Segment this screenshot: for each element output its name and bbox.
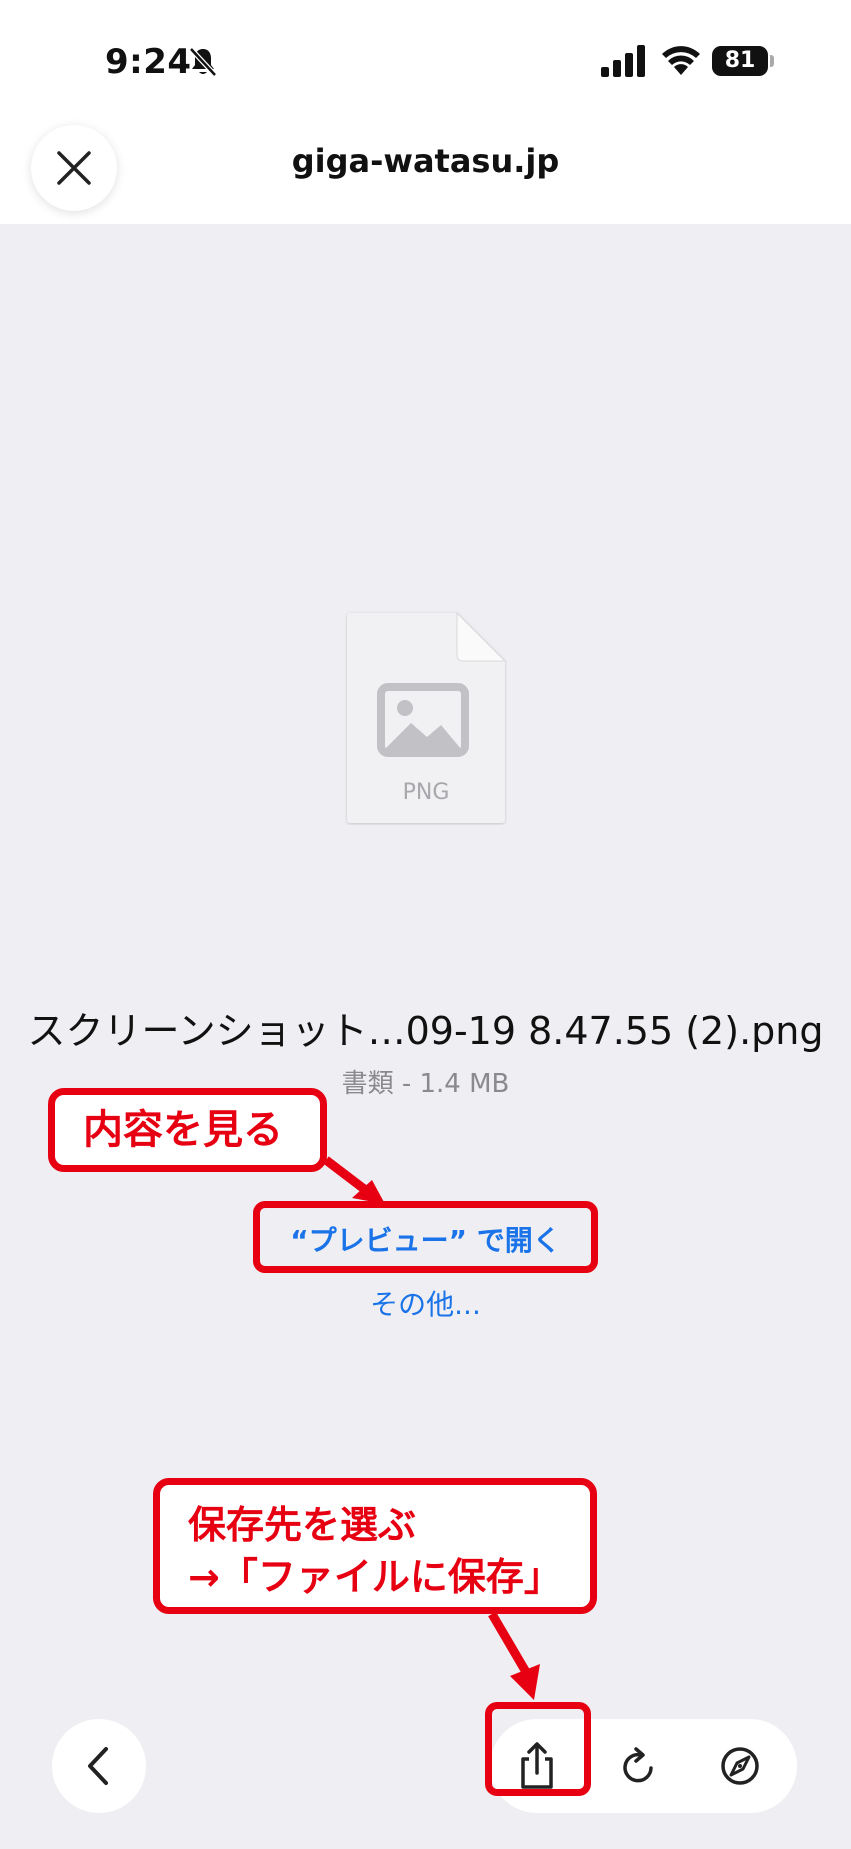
- status-time: 9:24: [105, 42, 192, 82]
- arrow-to-share: [488, 1611, 530, 1675]
- status-bar: 9:24 81: [0, 0, 851, 110]
- back-button[interactable]: [52, 1719, 146, 1813]
- page-domain: giga-watasu.jp: [291, 142, 560, 180]
- battery-indicator: 81: [712, 46, 768, 76]
- arrow-head-share: [510, 1664, 540, 1700]
- compass-icon: [721, 1747, 759, 1785]
- battery-tip: [770, 55, 774, 67]
- arrow-to-preview: [323, 1156, 375, 1199]
- share-highlight-box: [485, 1702, 591, 1796]
- file-type-label: PNG: [403, 780, 450, 805]
- reload-icon: [623, 1747, 653, 1783]
- reload-button[interactable]: [592, 1719, 686, 1813]
- png-file-icon: PNG: [347, 611, 507, 823]
- open-in-safari-button[interactable]: [693, 1719, 787, 1813]
- top-bar: giga-watasu.jp: [0, 110, 851, 224]
- more-options-link[interactable]: その他...: [0, 1283, 851, 1323]
- wifi-icon: [662, 46, 700, 75]
- annotation-view-text: 内容を見る: [83, 1107, 283, 1153]
- annotation-save-location: 保存先を選ぶ →「ファイルに保存」: [153, 1478, 597, 1614]
- annotation-view-content: 内容を見る: [48, 1088, 327, 1172]
- file-name: スクリーンショット…09-19 8.47.55 (2).png: [27, 1009, 824, 1053]
- bottom-toolbar: [0, 1700, 851, 1849]
- annotation-save-line2: →「ファイルに保存」: [188, 1555, 562, 1599]
- bell-slash-icon: [189, 47, 217, 77]
- chevron-left-icon: [88, 1747, 108, 1785]
- annotation-save-line1: 保存先を選ぶ: [188, 1503, 417, 1547]
- preview-highlight-box: [253, 1201, 598, 1273]
- signal-icon: [601, 45, 645, 77]
